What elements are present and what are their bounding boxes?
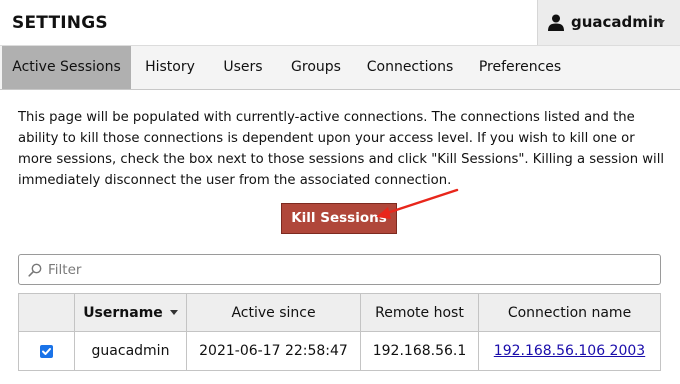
tab-preferences[interactable]: Preferences: [465, 46, 575, 89]
chevron-down-icon: [657, 20, 665, 25]
select-column-header: [18, 293, 75, 332]
filter-input[interactable]: [48, 259, 648, 281]
tab-history[interactable]: History: [131, 46, 209, 89]
page-description: This page will be populated with current…: [18, 110, 665, 188]
app-header: SETTINGS guacadmin: [0, 0, 680, 46]
user-icon: [548, 14, 564, 31]
checkmark-icon: [42, 347, 51, 355]
tab-active-sessions[interactable]: Active Sessions: [2, 46, 131, 89]
settings-tabs: Active Sessions History Users Groups Con…: [0, 46, 680, 90]
table-header-row: Username Active since Remote host Connec…: [18, 293, 661, 332]
session-checkbox[interactable]: [40, 344, 53, 358]
filter-field[interactable]: [18, 254, 661, 285]
remote-host-cell: 192.168.56.1: [360, 331, 479, 371]
connection-link[interactable]: 192.168.56.106 2003: [494, 343, 645, 359]
user-menu-button[interactable]: guacadmin: [537, 0, 680, 45]
username-label: guacadmin: [571, 13, 664, 31]
page-title: SETTINGS: [12, 13, 108, 33]
table-row: guacadmin 2021-06-17 22:58:47 192.168.56…: [18, 331, 661, 371]
username-column-header[interactable]: Username: [74, 293, 187, 332]
username-cell: guacadmin: [74, 331, 187, 371]
kill-sessions-button[interactable]: Kill Sessions: [281, 203, 397, 234]
tab-connections[interactable]: Connections: [355, 46, 465, 89]
tab-users[interactable]: Users: [209, 46, 277, 89]
active-sessions-table: Username Active since Remote host Connec…: [18, 293, 661, 371]
active-since-column-header[interactable]: Active since: [186, 293, 361, 332]
username-header-label: Username: [83, 304, 163, 321]
active-since-cell: 2021-06-17 22:58:47: [186, 331, 361, 371]
tab-groups[interactable]: Groups: [277, 46, 355, 89]
search-icon: [28, 263, 42, 277]
remote-host-column-header[interactable]: Remote host: [360, 293, 479, 332]
sort-desc-icon: [169, 310, 178, 315]
select-cell: [18, 331, 75, 371]
connection-name-column-header[interactable]: Connection name: [478, 293, 661, 332]
connection-name-cell: 192.168.56.106 2003: [478, 331, 661, 371]
